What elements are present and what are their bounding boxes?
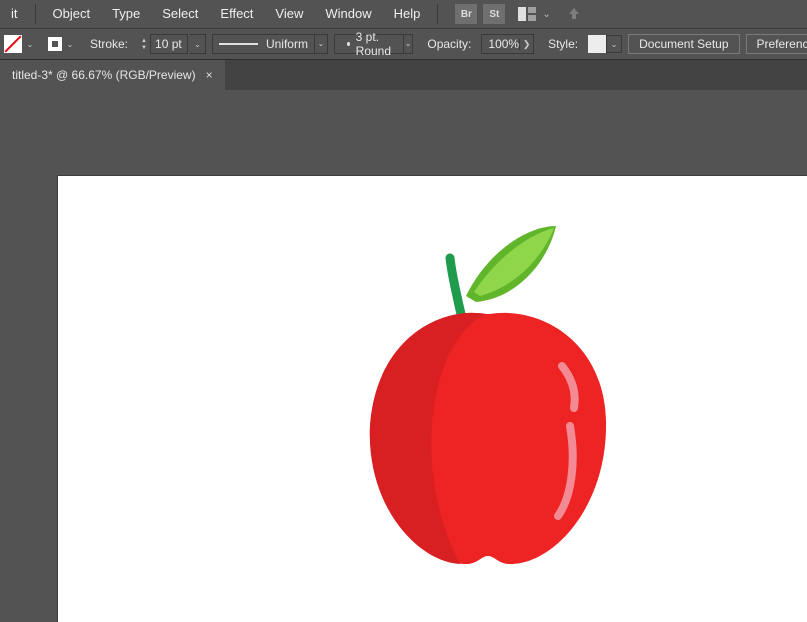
arrange-dropdown-icon[interactable]: ⌄ xyxy=(542,9,550,20)
fill-swatch[interactable] xyxy=(4,35,22,53)
stroke-weight-spinner[interactable]: ▲ ▼ xyxy=(138,34,150,54)
menu-separator xyxy=(35,4,36,24)
chevron-down-icon[interactable]: ▼ xyxy=(141,45,147,51)
brush-combo[interactable]: 3 pt. Round ⌄ xyxy=(334,34,413,54)
artboard[interactable] xyxy=(58,176,807,622)
opacity-dropdown-icon[interactable]: ❯ xyxy=(519,39,533,50)
stroke-profile-combo[interactable]: Uniform ⌄ xyxy=(212,34,328,54)
bridge-button[interactable]: Br xyxy=(455,4,477,24)
stroke-profile-label: Uniform xyxy=(266,37,308,51)
stock-button[interactable]: St xyxy=(483,4,505,24)
gpu-preview-icon[interactable] xyxy=(563,5,585,23)
menu-object[interactable]: Object xyxy=(42,0,102,28)
brush-label: 3 pt. Round xyxy=(356,30,397,58)
menu-help[interactable]: Help xyxy=(383,0,432,28)
preferences-button[interactable]: Preferences xyxy=(746,34,807,54)
document-tab-bar: titled-3* @ 66.67% (RGB/Preview) × xyxy=(0,60,807,90)
control-bar: ⌄ ⌄ Stroke: ▲ ▼ ⌄ Uniform ⌄ 3 pt. Round … xyxy=(0,28,807,60)
style-dropdown-icon[interactable]: ⌄ xyxy=(606,35,622,53)
document-tab-title: titled-3* @ 66.67% (RGB/Preview) xyxy=(12,68,196,82)
opacity-label: Opacity: xyxy=(427,37,471,51)
close-icon[interactable]: × xyxy=(206,68,213,82)
menu-window[interactable]: Window xyxy=(314,0,382,28)
arrange-documents-icon[interactable] xyxy=(516,5,538,23)
style-label: Style: xyxy=(548,37,578,51)
fill-dropdown-icon[interactable]: ⌄ xyxy=(24,35,36,53)
stroke-swatch[interactable] xyxy=(48,37,62,51)
document-tab[interactable]: titled-3* @ 66.67% (RGB/Preview) × xyxy=(0,60,225,90)
graphic-style-swatch[interactable] xyxy=(588,35,606,53)
chevron-up-icon[interactable]: ▲ xyxy=(141,38,147,44)
stroke-dropdown-icon[interactable]: ⌄ xyxy=(64,35,76,53)
menu-view[interactable]: View xyxy=(264,0,314,28)
document-setup-button[interactable]: Document Setup xyxy=(628,34,739,54)
apple-artwork[interactable] xyxy=(358,206,618,566)
opacity-value: 100% xyxy=(482,37,519,51)
menu-type[interactable]: Type xyxy=(101,0,151,28)
menu-effect[interactable]: Effect xyxy=(209,0,264,28)
stroke-weight-input[interactable] xyxy=(150,34,188,54)
chevron-down-icon[interactable]: ⌄ xyxy=(403,35,413,53)
profile-line-icon xyxy=(219,43,258,45)
brush-dot-icon xyxy=(347,42,350,46)
stroke-weight-field[interactable]: ▲ ▼ ⌄ xyxy=(138,34,206,54)
stroke-label: Stroke: xyxy=(90,37,128,51)
work-area xyxy=(0,90,807,622)
menu-separator xyxy=(437,4,438,24)
menu-edit[interactable]: it xyxy=(0,0,29,28)
menu-select[interactable]: Select xyxy=(151,0,209,28)
menu-bar: it Object Type Select Effect View Window… xyxy=(0,0,807,28)
stroke-weight-dropdown-icon[interactable]: ⌄ xyxy=(190,34,206,54)
chevron-down-icon[interactable]: ⌄ xyxy=(314,35,327,53)
opacity-field[interactable]: 100% ❯ xyxy=(481,34,534,54)
